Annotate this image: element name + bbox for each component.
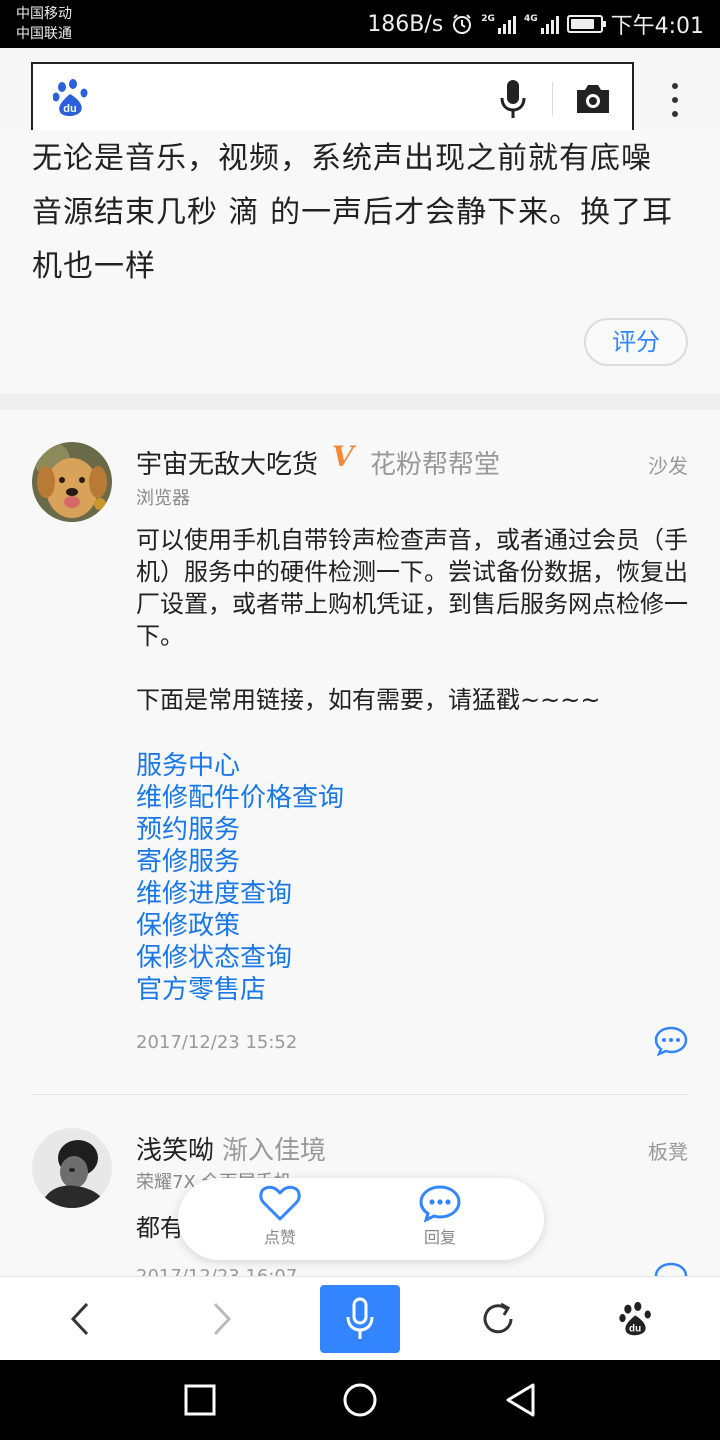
svg-text:du: du xyxy=(629,1324,641,1335)
search-input[interactable]: du xyxy=(31,62,634,134)
user-group: 花粉帮帮堂 xyxy=(370,450,501,480)
carrier-1: 中国移动 xyxy=(16,6,72,22)
chevron-left-icon xyxy=(70,1302,89,1336)
system-nav-bar xyxy=(0,1360,720,1440)
link-service-center[interactable]: 服务中心 xyxy=(136,750,536,782)
comment-icon[interactable] xyxy=(654,1026,688,1056)
answer-separator xyxy=(32,1094,688,1095)
like-label: 点赞 xyxy=(263,1228,296,1247)
avatar[interactable] xyxy=(32,442,112,522)
section-gap xyxy=(0,394,720,410)
link-repair-progress[interactable]: 维修进度查询 xyxy=(136,878,536,910)
search-divider xyxy=(552,82,553,116)
back-triangle-icon[interactable] xyxy=(500,1380,540,1420)
browser-toolbar: du xyxy=(0,1276,720,1360)
answer-timestamp: 2017/12/23 16:07 xyxy=(136,1266,297,1276)
device-label: 浏览器 xyxy=(136,488,190,509)
forward-button[interactable] xyxy=(182,1277,262,1361)
link-official-store[interactable]: 官方零售店 xyxy=(136,974,536,1006)
status-bar: 中国移动 中国联通 186B/s 2G 4G 下午4:01 xyxy=(0,0,720,48)
clock: 下午4:01 xyxy=(610,14,704,39)
username[interactable]: 浅笑呦 xyxy=(136,1130,214,1167)
reply-button[interactable]: 回复 xyxy=(380,1184,500,1248)
status-right: 186B/s 2G 4G 下午4:01 xyxy=(367,0,704,48)
svg-text:du: du xyxy=(63,103,76,115)
recents-icon[interactable] xyxy=(180,1380,220,1420)
answer-paragraph-1: 可以使用手机自带铃声检查声音，或者通过会员（手机）服务中的硬件检测一下。尝试备份… xyxy=(136,526,688,650)
link-list: 服务中心 维修配件价格查询 预约服务 寄修服务 维修进度查询 保修政策 保修状态… xyxy=(136,750,536,1006)
link-warranty-policy[interactable]: 保修政策 xyxy=(136,910,536,942)
like-button[interactable]: 点赞 xyxy=(220,1184,340,1248)
user-group: 渐入佳境 xyxy=(222,1136,327,1166)
link-mail-repair[interactable]: 寄修服务 xyxy=(136,846,536,878)
signal-icon-1: 2G xyxy=(481,14,516,34)
link-warranty-status[interactable]: 保修状态查询 xyxy=(136,942,536,974)
refresh-icon xyxy=(483,1302,513,1334)
rate-button[interactable]: 评分 xyxy=(584,318,688,366)
verified-badge-icon: V xyxy=(332,440,354,473)
floor-label: 板凳 xyxy=(648,1140,688,1164)
question-card: 无论是音乐，视频，系统声出现之前就有底噪 音源结束几秒 滴 的一声后才会静下来。… xyxy=(0,130,720,394)
chevron-right-icon xyxy=(213,1302,232,1336)
carrier-info: 中国移动 中国联通 xyxy=(16,4,72,44)
comment-icon xyxy=(419,1185,461,1222)
battery-icon xyxy=(566,15,606,33)
baidu-home-button[interactable]: du xyxy=(596,1277,676,1361)
signal-1-tag: 2G xyxy=(481,14,495,24)
question-text: 无论是音乐，视频，系统声出现之前就有底噪 音源结束几秒 滴 的一声后才会静下来。… xyxy=(32,141,674,284)
avatar[interactable] xyxy=(32,1128,112,1208)
microphone-icon[interactable] xyxy=(497,78,529,120)
camera-icon[interactable] xyxy=(573,80,613,118)
action-pill: 点赞 回复 xyxy=(178,1178,544,1260)
reply-label: 回复 xyxy=(423,1228,456,1247)
more-vertical-icon[interactable] xyxy=(660,80,690,120)
link-parts-price[interactable]: 维修配件价格查询 xyxy=(136,782,536,814)
signal-icon-2: 4G xyxy=(524,14,559,34)
username[interactable]: 宇宙无敌大吃货 xyxy=(136,444,318,481)
answer-list: 宇宙无敌大吃货 V 花粉帮帮堂 沙发 浏览器 可以使用手机自带铃声检查声音，或者… xyxy=(0,410,720,1276)
comment-icon[interactable] xyxy=(654,1262,688,1276)
network-speed: 186B/s xyxy=(367,11,444,37)
link-appointment[interactable]: 预约服务 xyxy=(136,814,536,846)
heart-icon xyxy=(259,1185,301,1221)
signal-2-tag: 4G xyxy=(523,14,538,24)
back-button[interactable] xyxy=(40,1277,120,1361)
baidu-paw-icon: du xyxy=(619,1301,651,1336)
answer-paragraph-2: 下面是常用链接，如有需要，请猛戳~~~~ xyxy=(136,686,601,714)
carrier-2: 中国联通 xyxy=(16,26,72,42)
microphone-icon xyxy=(346,1297,374,1339)
refresh-button[interactable] xyxy=(458,1277,538,1361)
floor-label: 沙发 xyxy=(648,454,688,478)
baidu-paw-icon: du xyxy=(53,79,88,117)
home-icon[interactable] xyxy=(340,1380,380,1420)
alarm-icon xyxy=(453,14,472,34)
voice-search-button[interactable] xyxy=(320,1285,400,1353)
answer-timestamp: 2017/12/23 15:52 xyxy=(136,1032,298,1053)
search-header: du xyxy=(0,48,720,140)
